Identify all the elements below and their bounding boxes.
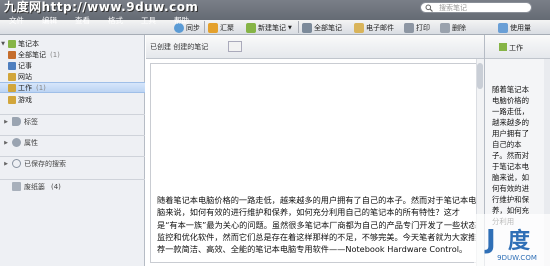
new-note-icon [246,23,256,33]
note-card[interactable]: 随着笔记本电脑价格的一路走低，越来越多的用户拥有了自己的本子。然而对于笔记本电脑… [150,63,480,263]
preview-body[interactable]: 随着笔记本电脑价格的一路走低，越来越多的用户拥有了自己的本子。然而对于笔记本电脑… [492,84,536,227]
view-toggle-button[interactable] [228,41,242,52]
all-notes-button[interactable]: 全部笔记 [302,21,342,35]
tag-icon [12,117,21,126]
expand-icon[interactable]: ▶ [0,119,12,125]
sidebar-item-label: 游戏 [18,95,32,104]
usage-button[interactable]: 使用量 [498,21,531,35]
sidebar-item-work[interactable]: 工作 (1) [0,82,145,93]
toolbar-divider [204,21,205,33]
sidebar-item-label: 记事 [18,61,32,70]
svg-text:J: J [484,225,496,255]
share-label: 汇聚 [220,24,234,32]
trash-icon [440,23,450,33]
print-button[interactable]: 打印 [404,21,430,35]
toolbar-divider [298,21,299,33]
sidebar: ▼ 笔记本 全部笔记 (1) 记事 网站 工作 (1) 游戏 ▶ 标签 ▶ 属性… [0,35,145,266]
email-label: 电子邮件 [366,24,394,32]
sidebar-section-saved-searches[interactable]: ▶ 已保存的搜索 [0,156,145,170]
menu-help[interactable]: 帮助 [165,14,198,28]
menu-view[interactable]: 查看 [66,14,99,28]
new-note-button[interactable]: 新建笔记 ▼ [246,21,292,35]
sidebar-section-trash[interactable]: 废纸篓 (4) [0,179,145,193]
sidebar-item-count: (1) [50,50,60,59]
trash-count: (4) [51,182,61,191]
print-label: 打印 [416,24,430,32]
email-button[interactable]: 电子邮件 [354,21,394,35]
sidebar-item-count: (1) [36,83,46,92]
sidebar-item-websites[interactable]: 网站 [0,71,145,82]
note-list-header: 已创建 创建的笔记 [146,35,484,59]
sidebar-notebooks-root[interactable]: ▼ 笔记本 [0,38,145,49]
delete-button[interactable]: 删除 [440,21,466,35]
new-note-label: 新建笔记 [258,24,286,32]
sidebar-item-games[interactable]: 游戏 [0,94,145,105]
chevron-down-icon: ▼ [288,25,292,31]
expand-icon[interactable]: ▶ [0,161,12,167]
notebook-icon [8,39,16,48]
notebook-icon [8,50,16,59]
search-icon [12,159,21,168]
attributes-label: 属性 [24,138,38,147]
expand-icon[interactable]: ▼ [0,41,6,47]
sidebar-item-label: 网站 [18,72,32,81]
preview-notebook-label[interactable]: 工作 [509,43,523,53]
menu-format[interactable]: 格式 [99,14,132,28]
sidebar-root-label: 笔记本 [18,39,39,48]
print-icon [404,23,414,33]
site-logo-url: 9DUW.COM [497,254,537,262]
delete-label: 删除 [452,24,466,32]
attribute-icon [12,138,21,147]
sort-dropdown[interactable]: 已创建 创建的笔记 [150,42,208,52]
tags-label: 标签 [24,117,38,126]
watermark: 九度网http://www.9duw.com [4,0,199,14]
trash-label: 废纸篓 [24,182,45,191]
sidebar-item-label: 全部笔记 [18,50,46,59]
scroll-thumb[interactable] [477,63,483,89]
sidebar-item-notes[interactable]: 记事 [0,60,145,71]
menu-tools[interactable]: 工具 [132,14,165,28]
share-button[interactable]: 汇聚 [208,21,234,35]
note-body: 随着笔记本电脑价格的一路走低，越来越多的用户拥有了自己的本子。然而对于笔记本电脑… [157,195,477,255]
sidebar-item-label: 工作 [18,83,32,92]
search-icon [425,4,433,12]
notebook-icon [8,95,16,104]
all-notes-label: 全部笔记 [314,24,342,32]
sidebar-section-tags[interactable]: ▶ 标签 [0,114,145,128]
sidebar-item-all-notes[interactable]: 全部笔记 (1) [0,49,145,60]
expand-icon[interactable]: ▶ [0,140,12,146]
menu-bar: 文件 编辑 查看 格式 工具 帮助 [0,14,198,28]
usage-icon [498,23,508,33]
search-input[interactable]: 搜索笔记 [420,2,532,13]
note-list: 随着笔记本电脑价格的一路走低，越来越多的用户拥有了自己的本子。然而对于笔记本电脑… [146,59,484,266]
notes-icon [302,23,312,33]
notebook-icon [499,43,507,51]
share-icon [208,23,218,33]
notebook-icon [8,83,16,92]
notebook-icon [8,61,16,70]
notebook-icon [8,72,16,81]
preview-header: 工作 [485,35,550,59]
saved-searches-label: 已保存的搜索 [24,159,66,168]
trash-icon [12,182,21,191]
usage-label: 使用量 [510,24,531,32]
svg-text:度: 度 [508,228,531,254]
sidebar-section-attributes[interactable]: ▶ 属性 [0,135,145,149]
email-icon [354,23,364,33]
menu-edit[interactable]: 编辑 [33,14,66,28]
menu-file[interactable]: 文件 [0,14,33,28]
search-placeholder: 搜索笔记 [439,4,467,12]
